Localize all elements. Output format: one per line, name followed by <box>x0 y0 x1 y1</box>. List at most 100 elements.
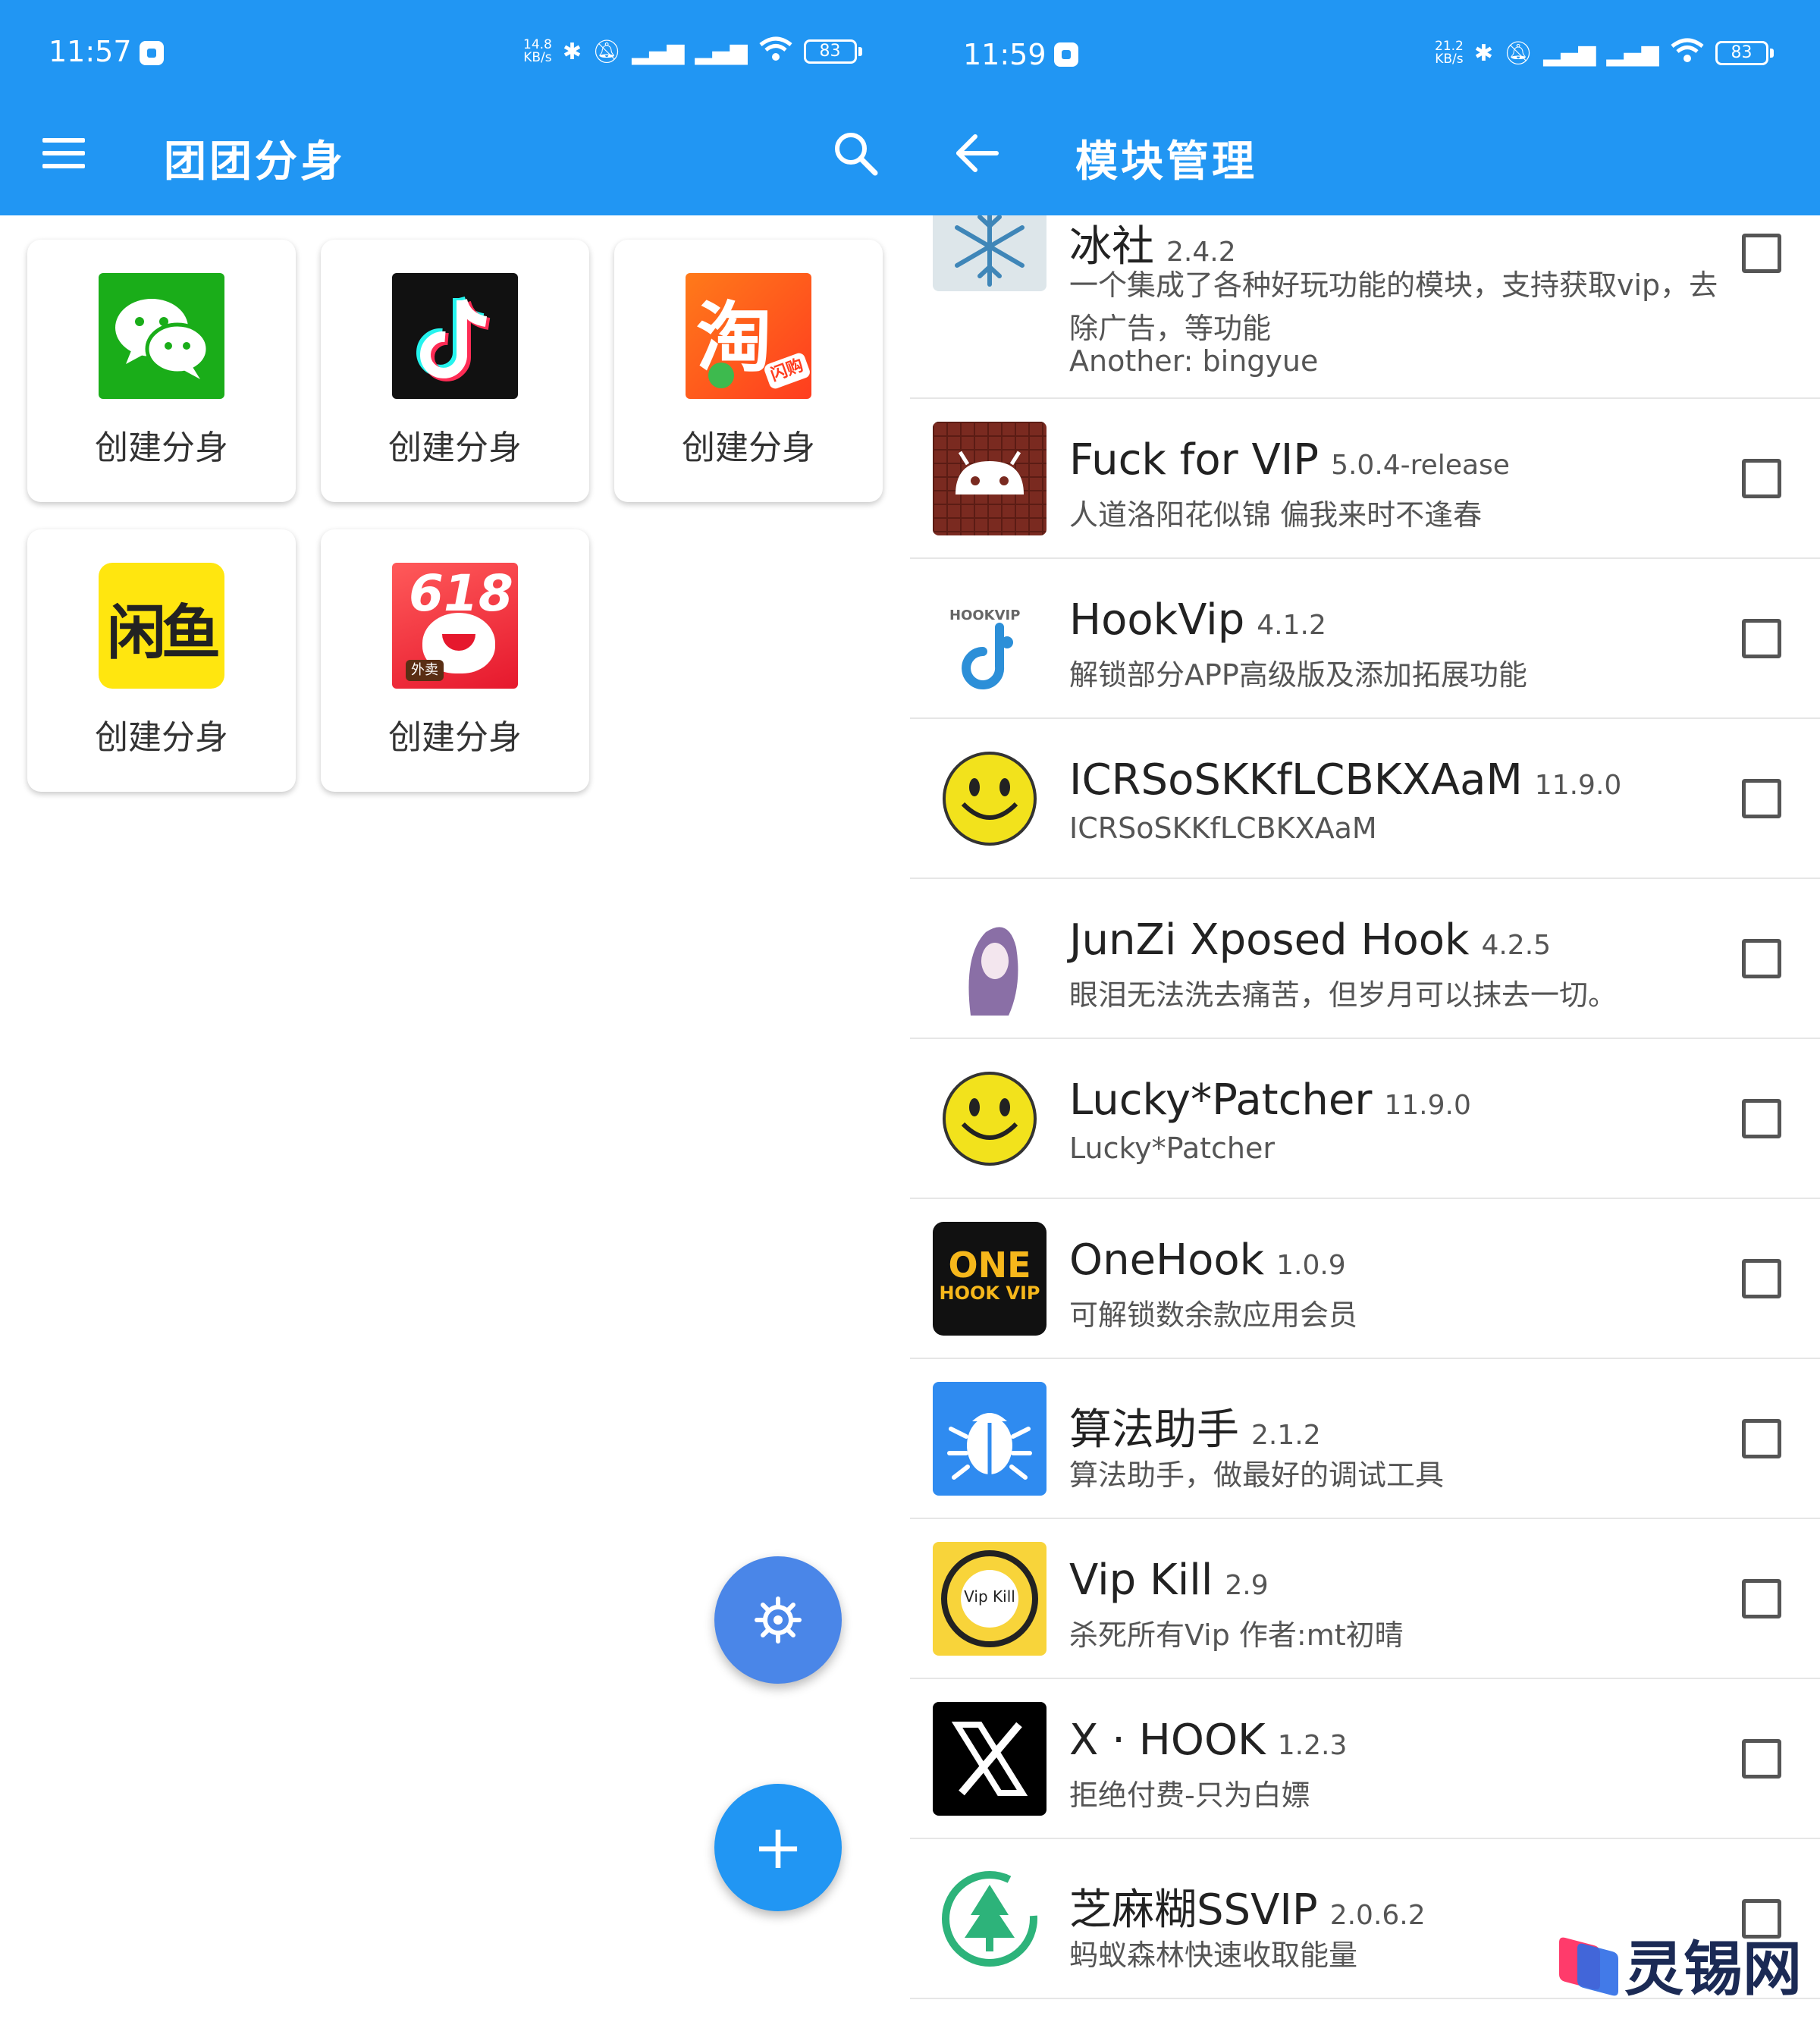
clone-app-screen: 11:57 14.8 KB/s ✱ 🔕︎ ▂▄▆ ▂▄▆ 83 团团分身 创建分… <box>0 0 910 2025</box>
module-row[interactable]: 算法助手 2.1.2 算法助手，做最好的调试工具 <box>910 1359 1820 1519</box>
module-title: ICRSoSKKfLCBKXAaM 11.9.0 <box>1069 755 1621 805</box>
module-name: 芝麻糊SSVIP <box>1069 1885 1318 1935</box>
module-version: 2.4.2 <box>1166 237 1236 268</box>
module-enable-checkbox[interactable] <box>1742 1259 1781 1298</box>
bug-icon <box>933 1382 1046 1496</box>
xianyu-icon: 闲鱼 <box>99 563 224 689</box>
delivery-badge: 外卖 <box>406 660 444 681</box>
module-row[interactable]: Vip Kill Vip Kill 2.9 杀死所有Vip 作者:mt初晴 <box>910 1519 1820 1679</box>
module-name: X · HOOK <box>1069 1716 1266 1765</box>
module-name: Lucky*Patcher <box>1069 1075 1373 1125</box>
gear-icon <box>755 1596 802 1644</box>
signal-icon: ▂▄▆ <box>632 38 685 65</box>
status-time: 11:57 <box>49 35 132 68</box>
create-clone-label: 创建分身 <box>95 718 228 757</box>
battery-icon: 83 <box>803 39 862 64</box>
module-title: OneHook 1.0.9 <box>1069 1235 1346 1285</box>
module-name: 算法助手 <box>1069 1405 1239 1455</box>
module-version: 4.1.2 <box>1257 610 1326 641</box>
module-title: X · HOOK 1.2.3 <box>1069 1716 1347 1765</box>
create-clone-label: 创建分身 <box>95 429 228 467</box>
module-manager-screen: 除广告，等功能 Another: bingyue 冰社 2.4.2 一个集成了各种好玩功… <box>910 0 1820 2025</box>
module-title: 算法助手 2.1.2 <box>1069 1396 1321 1457</box>
meituan-618-icon: 618 外卖 <box>392 563 518 689</box>
module-description: 解锁部分APP高级版及添加拓展功能 <box>1069 658 1527 692</box>
module-title: Lucky*Patcher 11.9.0 <box>1069 1075 1471 1125</box>
battery-icon: 83 <box>1715 41 1774 65</box>
create-clone-label: 创建分身 <box>388 429 522 467</box>
watermark-icon <box>1559 1937 1618 1996</box>
module-description: 拒绝付费-只为白嫖 <box>1069 1779 1310 1812</box>
create-clone-card-douyin[interactable]: 创建分身 <box>321 240 589 502</box>
notification-icon <box>140 41 164 65</box>
module-author: Another: bingyue <box>1069 344 1319 378</box>
watermark-logo: 灵锡网 <box>1555 1926 1802 2004</box>
module-title: JunZi Xposed Hook 4.2.5 <box>1069 915 1551 965</box>
hookvip-icon: HOOKVIP <box>933 582 1046 695</box>
module-version: 2.0.6.2 <box>1329 1900 1426 1931</box>
module-row[interactable]: ICRSoSKKfLCBKXAaM 11.9.0 ICRSoSKKfLCBKXAaM <box>910 719 1820 879</box>
module-enable-checkbox[interactable] <box>1742 459 1781 498</box>
module-version: 11.9.0 <box>1384 1090 1471 1121</box>
module-version: 2.9 <box>1225 1570 1269 1601</box>
douyin-icon <box>392 273 518 399</box>
module-description: 眼泪无法洗去痛苦，但岁月可以抹去一切。 <box>1069 978 1618 1012</box>
vipkill-icon: Vip Kill <box>933 1542 1046 1656</box>
module-enable-checkbox[interactable] <box>1742 1579 1781 1618</box>
tree-icon <box>933 1862 1046 1976</box>
module-row[interactable]: X · HOOK 1.2.3 拒绝付费-只为白嫖 <box>910 1679 1820 1839</box>
module-enable-checkbox[interactable] <box>1742 939 1781 978</box>
module-name: ICRSoSKKfLCBKXAaM <box>1069 755 1523 805</box>
module-description: 算法助手，做最好的调试工具 <box>1069 1458 1445 1492</box>
create-clone-card-meituan[interactable]: 618 外卖 创建分身 <box>321 529 589 792</box>
menu-icon[interactable] <box>42 138 85 168</box>
settings-fab[interactable] <box>714 1556 842 1684</box>
module-version: 11.9.0 <box>1534 770 1622 801</box>
module-name: Fuck for VIP <box>1069 435 1320 485</box>
module-enable-checkbox[interactable] <box>1742 1099 1781 1138</box>
network-speed: 14.8 KB/s <box>523 37 552 65</box>
module-description: 一个集成了各种好玩功能的模块，支持获取vip，去 <box>1069 268 1718 302</box>
module-row[interactable]: Fuck for VIP 5.0.4-release 人道洛阳花似锦 偏我来时不逢春 <box>910 399 1820 559</box>
module-name: JunZi Xposed Hook <box>1069 915 1470 965</box>
module-description: ICRSoSKKfLCBKXAaM <box>1069 812 1377 845</box>
add-clone-fab[interactable]: + <box>714 1784 842 1911</box>
module-row[interactable]: 除广告，等功能 Another: bingyue 冰社 2.4.2 一个集成了各种好玩功… <box>910 190 1820 399</box>
module-description: 可解锁数余款应用会员 <box>1069 1298 1358 1332</box>
create-clone-card-wechat[interactable]: 创建分身 <box>27 240 296 502</box>
module-row[interactable]: ONE HOOK VIP OneHook 1.0.9 可解锁数余款应用会员 <box>910 1199 1820 1359</box>
module-name: OneHook <box>1069 1235 1265 1285</box>
module-version: 4.2.5 <box>1481 930 1552 961</box>
module-title: Vip Kill 2.9 <box>1069 1556 1269 1605</box>
module-row[interactable]: HOOKVIP HookVip 4.1.2 解锁部分APP高级版及添加拓展功能 <box>910 559 1820 719</box>
module-description: 人道洛阳花似锦 偏我来时不逢春 <box>1069 498 1483 532</box>
notification-icon <box>1054 42 1078 67</box>
mute-icon: 🔕︎ <box>592 38 622 65</box>
module-enable-checkbox[interactable] <box>1742 1419 1781 1458</box>
search-icon[interactable] <box>831 129 880 177</box>
module-name: Vip Kill <box>1069 1556 1213 1605</box>
module-enable-checkbox[interactable] <box>1742 779 1781 818</box>
smiley-icon <box>933 1062 1046 1176</box>
module-enable-checkbox[interactable] <box>1742 234 1781 273</box>
android-icon <box>933 422 1046 535</box>
module-description: 蚂蚁森林快速收取能量 <box>1069 1939 1358 1972</box>
module-description: 杀死所有Vip 作者:mt初晴 <box>1069 1618 1404 1652</box>
signal-2-icon: ▂▄▆ <box>695 38 748 65</box>
module-description: Lucky*Patcher <box>1069 1132 1275 1165</box>
module-row[interactable]: JunZi Xposed Hook 4.2.5 眼泪无法洗去痛苦，但岁月可以抹去一切… <box>910 879 1820 1039</box>
back-arrow-icon[interactable] <box>952 129 1001 177</box>
module-title: 芝麻糊SSVIP 2.0.6.2 <box>1069 1876 1426 1937</box>
module-row[interactable]: Lucky*Patcher 11.9.0 Lucky*Patcher <box>910 1039 1820 1199</box>
module-title: HookVip 4.1.2 <box>1069 595 1326 645</box>
module-title: 冰社 2.4.2 <box>1069 212 1236 274</box>
taobao-icon: 淘 闪购 <box>686 273 811 399</box>
module-version: 2.1.2 <box>1251 1420 1321 1451</box>
create-clone-card-xianyu[interactable]: 闲鱼 创建分身 <box>27 529 296 792</box>
signal-2-icon: ▂▄▆ <box>1606 39 1659 67</box>
module-enable-checkbox[interactable] <box>1742 619 1781 658</box>
create-clone-card-taobao[interactable]: 淘 闪购 创建分身 <box>614 240 883 502</box>
watermelon-icon <box>708 363 734 388</box>
status-icons: 21.2 KB/s ✱ 🔕︎ ▂▄▆ ▂▄▆ 83 <box>1435 36 1774 70</box>
module-enable-checkbox[interactable] <box>1742 1739 1781 1779</box>
